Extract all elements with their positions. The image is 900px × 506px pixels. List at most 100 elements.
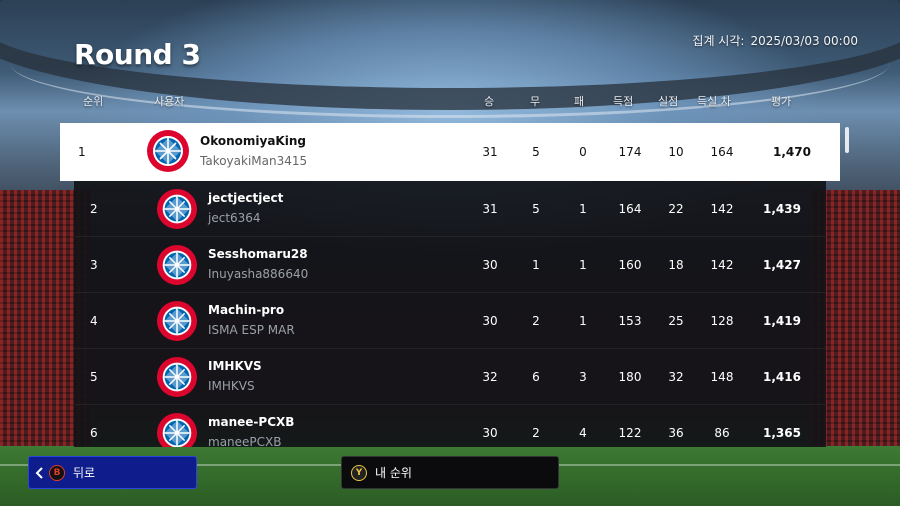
goals-for: 174 xyxy=(618,145,642,159)
header-goals-for: 득점 xyxy=(613,95,634,108)
b-button-icon: B xyxy=(49,464,65,481)
goals-against: 36 xyxy=(668,425,684,440)
goals-against: 10 xyxy=(668,145,684,159)
user-names: OkonomiyaKing TakoyakiMan3415 xyxy=(200,134,307,168)
rating: 1,416 xyxy=(763,369,801,384)
user-subname: ISMA ESP MAR xyxy=(208,323,295,337)
wins: 31 xyxy=(482,145,498,159)
goals-for: 153 xyxy=(618,313,642,328)
rank-value: 2 xyxy=(90,201,98,216)
wins: 31 xyxy=(482,201,498,216)
user-name: IMHKVS xyxy=(208,359,262,373)
user-names: IMHKVS IMHKVS xyxy=(208,359,262,393)
losses: 0 xyxy=(579,145,587,159)
fc-bayern-crest-icon xyxy=(147,130,189,172)
rank-value: 5 xyxy=(90,369,98,384)
my-rank-button-label: 내 순위 xyxy=(375,466,412,480)
rank-value: 6 xyxy=(90,425,98,440)
user-name: manee-PCXB xyxy=(208,415,295,429)
goal-diff: 86 xyxy=(714,425,730,440)
rating: 1,427 xyxy=(763,257,801,272)
user-names: jectjectject ject6364 xyxy=(208,191,283,225)
user-names: Machin-pro ISMA ESP MAR xyxy=(208,303,295,337)
back-button[interactable]: B 뒤로 xyxy=(28,456,197,489)
draws: 5 xyxy=(532,201,540,216)
user-name: OkonomiyaKing xyxy=(200,134,306,148)
goals-against: 32 xyxy=(668,369,684,384)
goal-diff: 164 xyxy=(710,145,734,159)
wins: 30 xyxy=(482,257,498,272)
goal-diff: 142 xyxy=(710,257,734,272)
draws: 2 xyxy=(532,313,540,328)
user-name: jectjectject xyxy=(208,191,284,205)
user-subname: TakoyakiMan3415 xyxy=(200,154,308,168)
table-header: 순위 사용자 승 무 패 득점 실점 득실 차 평가 xyxy=(60,93,840,111)
goal-diff: 142 xyxy=(710,201,734,216)
user-names: Sesshomaru28 Inuyasha886640 xyxy=(208,247,308,281)
header-goal-diff: 득실 차 xyxy=(697,95,731,108)
rating: 1,470 xyxy=(773,145,811,159)
header-user: 사용자 xyxy=(154,95,185,108)
draws: 6 xyxy=(532,369,540,384)
rating: 1,419 xyxy=(763,313,801,328)
header-losses: 패 xyxy=(574,95,585,108)
user-name: Sesshomaru28 xyxy=(208,247,308,261)
ranking-list[interactable]: 1 OkonomiyaKing TakoyakiMan3415 31 5 0 1… xyxy=(60,123,840,447)
user-subname: Inuyasha886640 xyxy=(208,267,309,281)
ranking-row-5[interactable]: 5 IMHKVS IMHKVS 32 6 3 180 32 148 1,416 xyxy=(74,349,826,405)
goals-against: 22 xyxy=(668,201,684,216)
ranking-row-6[interactable]: 6 manee-PCXB maneePCXB 30 2 4 122 36 86 … xyxy=(74,405,826,447)
fc-bayern-crest-icon xyxy=(156,356,198,398)
losses: 1 xyxy=(579,257,587,272)
goals-against: 18 xyxy=(668,257,684,272)
draws: 5 xyxy=(532,145,540,159)
goal-diff: 128 xyxy=(710,313,734,328)
user-names: manee-PCXB maneePCXB xyxy=(208,415,294,447)
header-draws: 무 xyxy=(530,95,541,108)
goals-for: 160 xyxy=(618,257,642,272)
fc-bayern-crest-icon xyxy=(156,188,198,230)
goals-for: 122 xyxy=(618,425,642,440)
header-wins: 승 xyxy=(484,95,495,108)
rating: 1,365 xyxy=(763,425,801,440)
ranking-row-3[interactable]: 3 Sesshomaru28 Inuyasha886640 30 1 1 160… xyxy=(74,237,826,293)
chevron-left-icon xyxy=(35,466,45,479)
goals-against: 25 xyxy=(668,313,684,328)
list-scrollbar[interactable] xyxy=(845,127,849,153)
aggregation-time: 집계 시각: 2025/03/03 00:00 xyxy=(692,32,858,49)
my-rank-button[interactable]: Y 내 순위 xyxy=(341,456,559,489)
user-subname: ject6364 xyxy=(208,211,261,225)
header-rating: 평가 xyxy=(771,95,792,108)
wins: 30 xyxy=(482,313,498,328)
ranking-row-4[interactable]: 4 Machin-pro ISMA ESP MAR 30 2 1 153 25 … xyxy=(74,293,826,349)
losses: 3 xyxy=(579,369,587,384)
user-name: Machin-pro xyxy=(208,303,285,317)
header-rank: 순위 xyxy=(83,95,104,108)
rank-value: 4 xyxy=(90,313,98,328)
goals-for: 164 xyxy=(618,201,642,216)
back-button-label: 뒤로 xyxy=(73,466,96,480)
fc-bayern-crest-icon xyxy=(156,300,198,342)
ranking-row-1[interactable]: 1 OkonomiyaKing TakoyakiMan3415 31 5 0 1… xyxy=(60,123,840,181)
aggregation-value: 2025/03/03 00:00 xyxy=(750,34,858,48)
goals-for: 180 xyxy=(618,369,642,384)
wins: 30 xyxy=(482,425,498,440)
fc-bayern-crest-icon xyxy=(156,244,198,286)
rank-value: 1 xyxy=(78,145,86,159)
page-title: Round 3 xyxy=(74,38,201,71)
goal-diff: 148 xyxy=(710,369,734,384)
losses: 4 xyxy=(579,425,587,440)
rating: 1,439 xyxy=(763,201,801,216)
rank-value: 3 xyxy=(90,257,98,272)
aggregation-label: 집계 시각: xyxy=(692,34,745,48)
user-subname: maneePCXB xyxy=(208,435,282,447)
wins: 32 xyxy=(482,369,498,384)
losses: 1 xyxy=(579,201,587,216)
ranking-row-2[interactable]: 2 jectjectject ject6364 31 5 1 164 22 14… xyxy=(74,181,826,237)
draws: 1 xyxy=(532,257,540,272)
y-button-icon: Y xyxy=(351,464,367,481)
user-subname: IMHKVS xyxy=(208,379,255,393)
fc-bayern-crest-icon xyxy=(156,412,198,447)
draws: 2 xyxy=(532,425,540,440)
losses: 1 xyxy=(579,313,587,328)
